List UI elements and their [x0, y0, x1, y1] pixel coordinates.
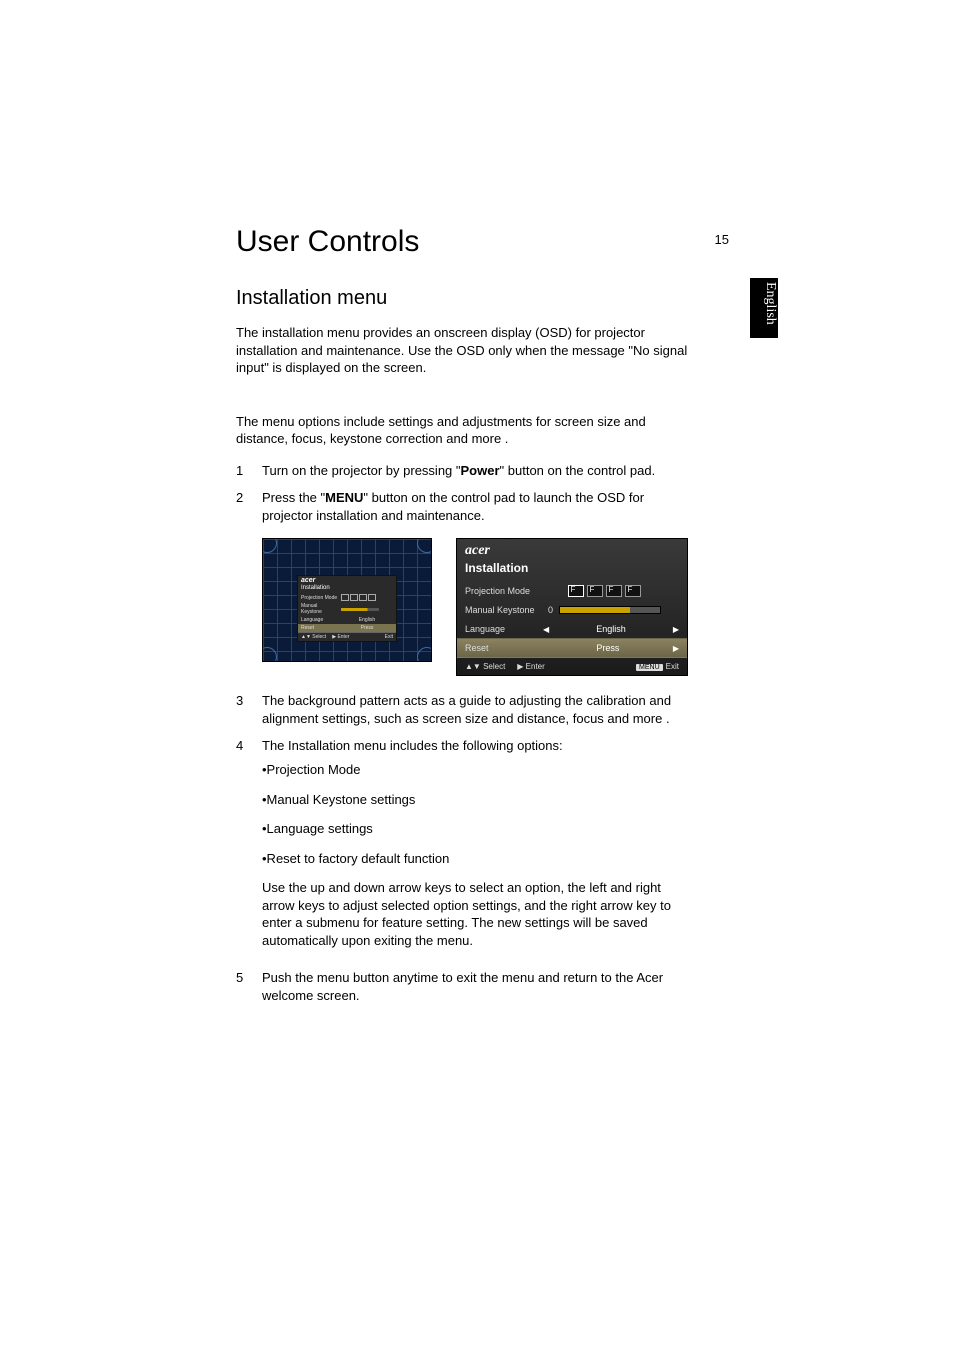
osd-brand: acer	[457, 539, 687, 561]
step-text: Press the "MENU" button on the control p…	[262, 489, 696, 524]
arrow-keys-paragraph: Use the up and down arrow keys to select…	[262, 879, 696, 949]
bullet-item: •Projection Mode	[262, 761, 696, 779]
step-number: 2	[236, 489, 246, 524]
step-text: The Installation menu includes the follo…	[262, 737, 696, 959]
options-bullets: •Projection Mode •Manual Keystone settin…	[262, 761, 696, 867]
right-arrow-icon: ▶	[673, 625, 679, 634]
step-number: 4	[236, 737, 246, 959]
step-number: 5	[236, 969, 246, 1004]
bullet-item: •Reset to factory default function	[262, 850, 696, 868]
osd-row-manual-keystone: Manual Keystone 0	[457, 600, 687, 619]
figures-row: acer Installation Projection Mode Manual…	[262, 538, 696, 676]
steps-list-1: 1 Turn on the projector by pressing "Pow…	[236, 462, 696, 525]
step-item: 5 Push the menu button anytime to exit t…	[236, 969, 696, 1004]
step-item: 3 The background pattern acts as a guide…	[236, 692, 696, 727]
footer-enter: ▶ Enter	[517, 662, 545, 671]
osd-footer: ▲▼ Select ▶ Enter MENUExit	[457, 657, 687, 675]
projection-icon	[625, 585, 641, 597]
osd-row-language: Language ◀ English ▶	[457, 619, 687, 638]
step-item: 2 Press the "MENU" button on the control…	[236, 489, 696, 524]
step-item: 4 The Installation menu includes the fol…	[236, 737, 696, 959]
step-item: 1 Turn on the projector by pressing "Pow…	[236, 462, 696, 480]
step-text: Push the menu button anytime to exit the…	[262, 969, 696, 1004]
projection-icon	[568, 585, 584, 597]
footer-select: ▲▼ Select	[465, 662, 505, 671]
projection-icon	[587, 585, 603, 597]
reset-value: Press	[543, 643, 673, 653]
intro-paragraph-1: The installation menu provides an onscre…	[236, 324, 696, 377]
keystone-slider	[559, 606, 661, 614]
figure-pattern-screen: acer Installation Projection Mode Manual…	[262, 538, 432, 662]
heading-installation-menu: Installation menu	[236, 287, 696, 310]
step-text: Turn on the projector by pressing "Power…	[262, 462, 696, 480]
osd-row-reset: Reset Press ▶	[457, 638, 687, 657]
bullet-item: •Manual Keystone settings	[262, 791, 696, 809]
step-number: 3	[236, 692, 246, 727]
steps-list-2: 3 The background pattern acts as a guide…	[236, 692, 696, 1004]
intro-paragraph-2: The menu options include settings and ad…	[236, 413, 696, 448]
step-number: 1	[236, 462, 246, 480]
projection-icon	[606, 585, 622, 597]
page-number: 15	[715, 232, 729, 247]
osd-row-projection-mode: Projection Mode	[457, 581, 687, 600]
language-side-tab: English	[750, 278, 778, 338]
bullet-item: •Language settings	[262, 820, 696, 838]
language-value: English	[549, 624, 673, 634]
figure-osd-detail: acer Installation Projection Mode Manual…	[456, 538, 688, 676]
footer-exit: MENUExit	[636, 662, 679, 671]
right-arrow-icon: ▶	[673, 644, 679, 653]
step-text: The background pattern acts as a guide t…	[262, 692, 696, 727]
figure-mini-osd: acer Installation Projection Mode Manual…	[297, 575, 397, 642]
osd-title: Installation	[457, 561, 687, 581]
projection-mode-icons	[543, 585, 665, 597]
keystone-value: 0	[543, 605, 553, 615]
heading-user-controls: User Controls	[236, 225, 696, 259]
